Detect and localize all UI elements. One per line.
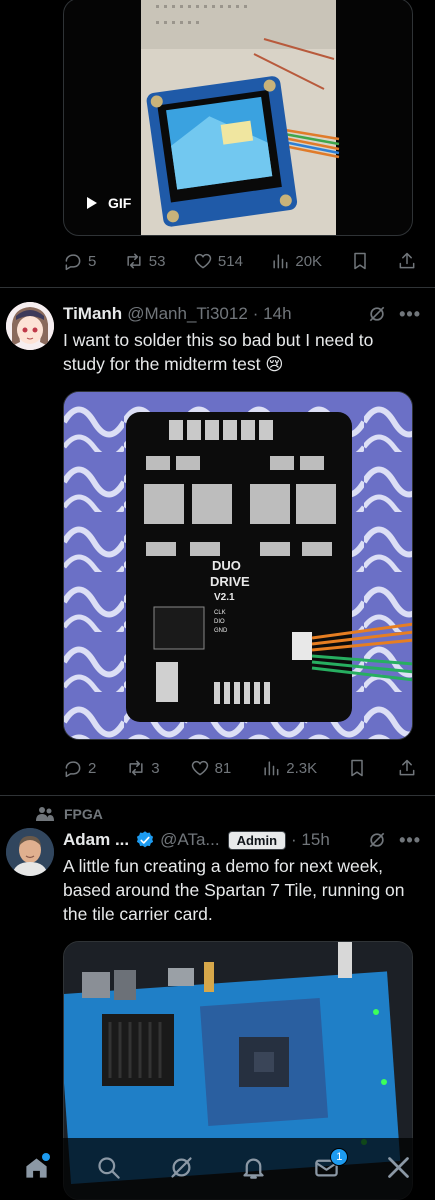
admin-badge: Admin — [227, 830, 287, 850]
bookmark-icon — [351, 759, 363, 777]
bell-icon — [243, 1158, 264, 1179]
more-options-icon[interactable]: ••• — [399, 830, 421, 851]
pcb-version: V2.1 — [214, 592, 235, 603]
tweet-media-image[interactable]: DUO DRIVE V2.1 CLK DIO GND — [63, 391, 413, 740]
bookmark-button[interactable] — [350, 251, 370, 271]
repost-count: 3 — [151, 759, 160, 777]
tweet1-action-bar: 5 53 514 20K — [63, 249, 417, 273]
nav-messages[interactable]: 1 — [306, 1147, 349, 1187]
tweet3-header: Adam ... @ATa... Admin · 15h ••• — [63, 827, 421, 853]
repost-icon — [129, 760, 143, 776]
like-count: 514 — [217, 252, 243, 270]
bookmark-button[interactable] — [347, 758, 367, 778]
grok-icon — [171, 1156, 192, 1178]
community-name: FPGA — [64, 806, 103, 822]
share-button[interactable] — [397, 251, 417, 271]
reply-icon — [65, 761, 81, 778]
grok-icon[interactable] — [367, 304, 387, 324]
avatar[interactable] — [6, 302, 54, 350]
avatar[interactable] — [6, 828, 54, 876]
author-handle[interactable]: @Manh_Ti3012 — [127, 304, 248, 324]
views-icon — [264, 761, 279, 776]
nav-grok[interactable] — [161, 1147, 201, 1187]
divider — [0, 287, 435, 288]
tweet-time[interactable]: · 15h — [291, 830, 330, 850]
more-options-icon[interactable]: ••• — [399, 304, 421, 325]
tweet2-action-bar: 2 3 81 2.3K — [63, 756, 417, 780]
play-icon[interactable] — [86, 196, 98, 210]
avatar-image — [6, 302, 54, 350]
divider — [0, 795, 435, 796]
community-context[interactable]: FPGA — [36, 804, 103, 824]
nav-search[interactable] — [89, 1147, 129, 1187]
share-icon — [399, 252, 415, 269]
grok-icon[interactable] — [367, 830, 387, 850]
tweet-text: I want to solder this so bad but I need … — [63, 330, 374, 374]
pcb-label-line1: DUO — [212, 558, 241, 573]
tweet2-header: TiManh @Manh_Ti3012 · 14h ••• — [63, 301, 421, 327]
tweet-text: A little fun creating a demo for next we… — [63, 856, 405, 924]
repost-button[interactable]: 3 — [126, 758, 160, 778]
views-icon — [273, 254, 288, 269]
author-handle[interactable]: @ATa... — [160, 830, 219, 850]
views-button[interactable]: 20K — [270, 251, 322, 271]
pcb-pin-gnd: GND — [214, 628, 228, 634]
reply-button[interactable]: 5 — [63, 251, 96, 271]
verified-badge-icon — [137, 831, 154, 848]
messages-count-badge: 1 — [330, 1148, 349, 1166]
nav-home[interactable] — [16, 1147, 56, 1187]
pcb-photo: DUO DRIVE V2.1 CLK DIO GND — [64, 392, 412, 739]
share-button[interactable] — [397, 758, 417, 778]
community-icon — [36, 807, 54, 821]
bookmark-icon — [353, 252, 366, 270]
author-name[interactable]: Adam ... — [63, 830, 129, 850]
heart-icon — [194, 253, 212, 269]
avatar-image — [6, 828, 54, 876]
nav-notifications[interactable] — [234, 1147, 274, 1187]
like-button[interactable]: 514 — [193, 251, 243, 271]
reply-count: 5 — [88, 252, 97, 270]
share-icon — [399, 759, 415, 776]
pcb-pin-dio: DIO — [214, 619, 225, 625]
repost-icon — [127, 253, 141, 269]
gif-label: GIF — [86, 195, 131, 211]
nav-x[interactable] — [379, 1147, 419, 1187]
like-button[interactable]: 81 — [190, 758, 232, 778]
views-count: 20K — [295, 252, 323, 270]
x-logo-icon — [388, 1156, 410, 1178]
reply-count: 2 — [88, 759, 97, 777]
reply-button[interactable]: 2 — [63, 758, 96, 778]
tweet-media-gif[interactable]: GIF — [63, 0, 413, 236]
author-name[interactable]: TiManh — [63, 304, 122, 324]
repost-count: 53 — [148, 252, 166, 270]
tweet-time[interactable]: · 14h — [253, 304, 292, 324]
pcb-pin-clk: CLK — [214, 610, 226, 616]
views-count: 2.3K — [286, 759, 318, 777]
search-icon — [98, 1156, 120, 1179]
bottom-nav: 1 — [0, 1138, 435, 1200]
views-button[interactable]: 2.3K — [261, 758, 317, 778]
like-count: 81 — [214, 759, 232, 777]
pcb-label-line2: DRIVE — [210, 574, 250, 589]
repost-button[interactable]: 53 — [124, 251, 166, 271]
heart-icon — [191, 760, 208, 776]
reply-icon — [65, 254, 81, 271]
